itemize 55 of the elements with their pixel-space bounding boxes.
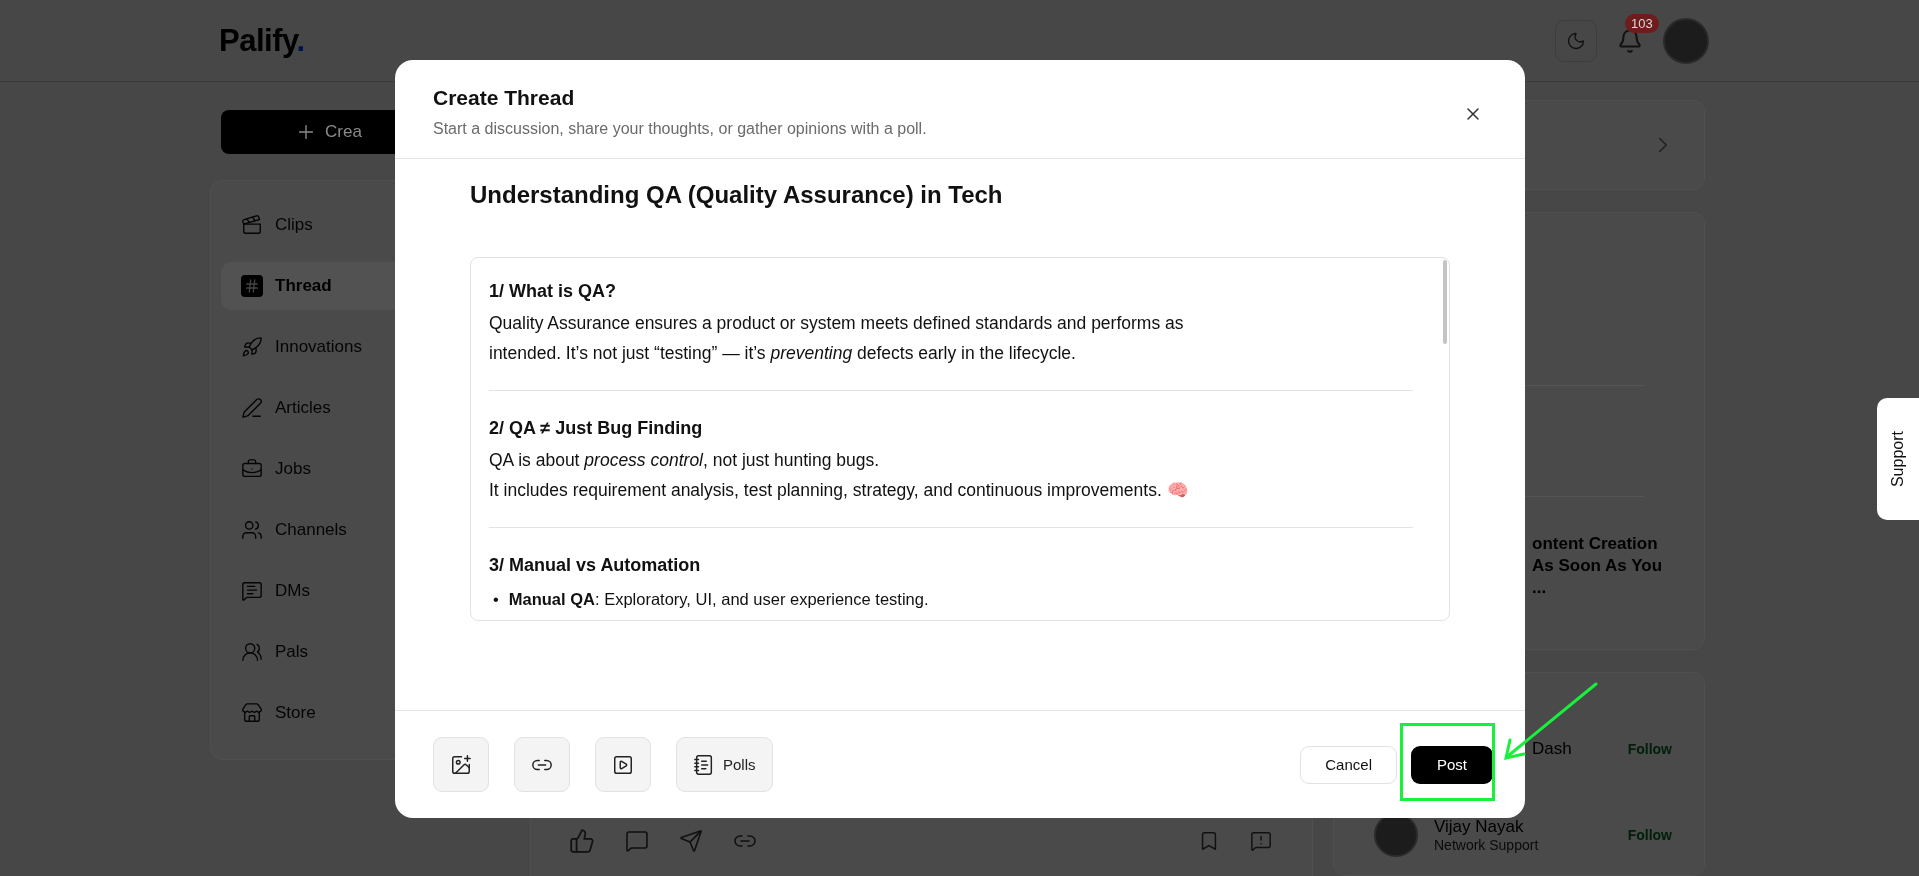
support-tab[interactable]: Support [1877, 398, 1919, 520]
sidebar-label: Innovations [275, 337, 362, 357]
section-heading: 2/ QA ≠ Just Bug Finding [489, 417, 704, 440]
bullet-marker: • [493, 589, 499, 610]
notifications-icon[interactable] [1617, 27, 1643, 54]
thread-title-field[interactable]: Understanding QA (Quality Assurance) in Tech [470, 181, 1450, 209]
dialog-title: Create Thread [433, 86, 576, 110]
paragraph: QA is about process control, not just hunting bugs. It includes requirement analysis, test planning, strategy, and continuous improvements. 🧠 [489, 449, 1190, 502]
attach-button[interactable] [433, 737, 489, 792]
list-icon [693, 753, 715, 776]
attach-button[interactable] [595, 737, 651, 792]
sidebar-label: Store [275, 703, 316, 723]
hash-icon [241, 275, 263, 297]
chat-icon [241, 580, 263, 602]
sidebar-label: Channels [275, 520, 347, 540]
user-name: Vijay Nayak [1434, 817, 1525, 837]
sidebar-label: Jobs [275, 459, 311, 479]
briefcase-icon [241, 458, 263, 480]
clapperboard-icon [241, 214, 263, 236]
sidebar-label: Thread [275, 276, 332, 296]
like-icon[interactable] [569, 827, 595, 854]
moon-icon [1566, 30, 1586, 51]
section-heading: 3/ Manual vs Automation [489, 554, 702, 577]
cancel-button[interactable]: Cancel [1300, 745, 1397, 784]
sidebar-item[interactable]: Pals [221, 628, 499, 676]
follow-link[interactable]: Follow [1627, 741, 1672, 757]
sidebar-label: Pals [275, 642, 309, 662]
sidebar-item[interactable]: Channels [221, 506, 499, 554]
logo[interactable]: Palify. [219, 22, 305, 59]
storefront-icon [241, 702, 263, 724]
report-icon[interactable] [1250, 829, 1272, 852]
rocket-icon [241, 336, 263, 358]
avatar[interactable] [1663, 17, 1709, 64]
sidebar-item[interactable]: Store [221, 689, 499, 737]
pen-icon [241, 397, 263, 419]
theme-toggle-button[interactable] [1555, 19, 1597, 62]
paragraph: Quality Assurance ensures a product or system meets defined standards and performs as intended. It’s not just “testing” — it’s preventing defects early in the lifecycle. [489, 312, 1185, 365]
people-icon [241, 519, 263, 541]
user-name: Dash [1531, 739, 1573, 759]
sidebar-label: DMs [275, 581, 310, 601]
image-plus-icon [450, 753, 472, 776]
thread-body-editor[interactable] [470, 257, 1450, 621]
scrollbar-thumb[interactable] [1443, 260, 1447, 344]
user-role: Network Support [1434, 837, 1540, 853]
comment-icon[interactable] [625, 828, 649, 853]
send-icon[interactable] [679, 828, 703, 853]
sidebar-label: Clips [275, 215, 313, 235]
video-icon [612, 753, 634, 776]
bullet-text: Manual QA: Exploratory, UI, and user experience testing. [508, 589, 929, 610]
post-button[interactable]: Post [1411, 745, 1493, 784]
notification-badge: 103 [1625, 13, 1659, 33]
people-icon [241, 641, 263, 663]
sidebar-label: Articles [275, 398, 331, 418]
follow-link[interactable]: Follow [1627, 827, 1672, 843]
polls-button[interactable]: Polls [676, 737, 773, 792]
